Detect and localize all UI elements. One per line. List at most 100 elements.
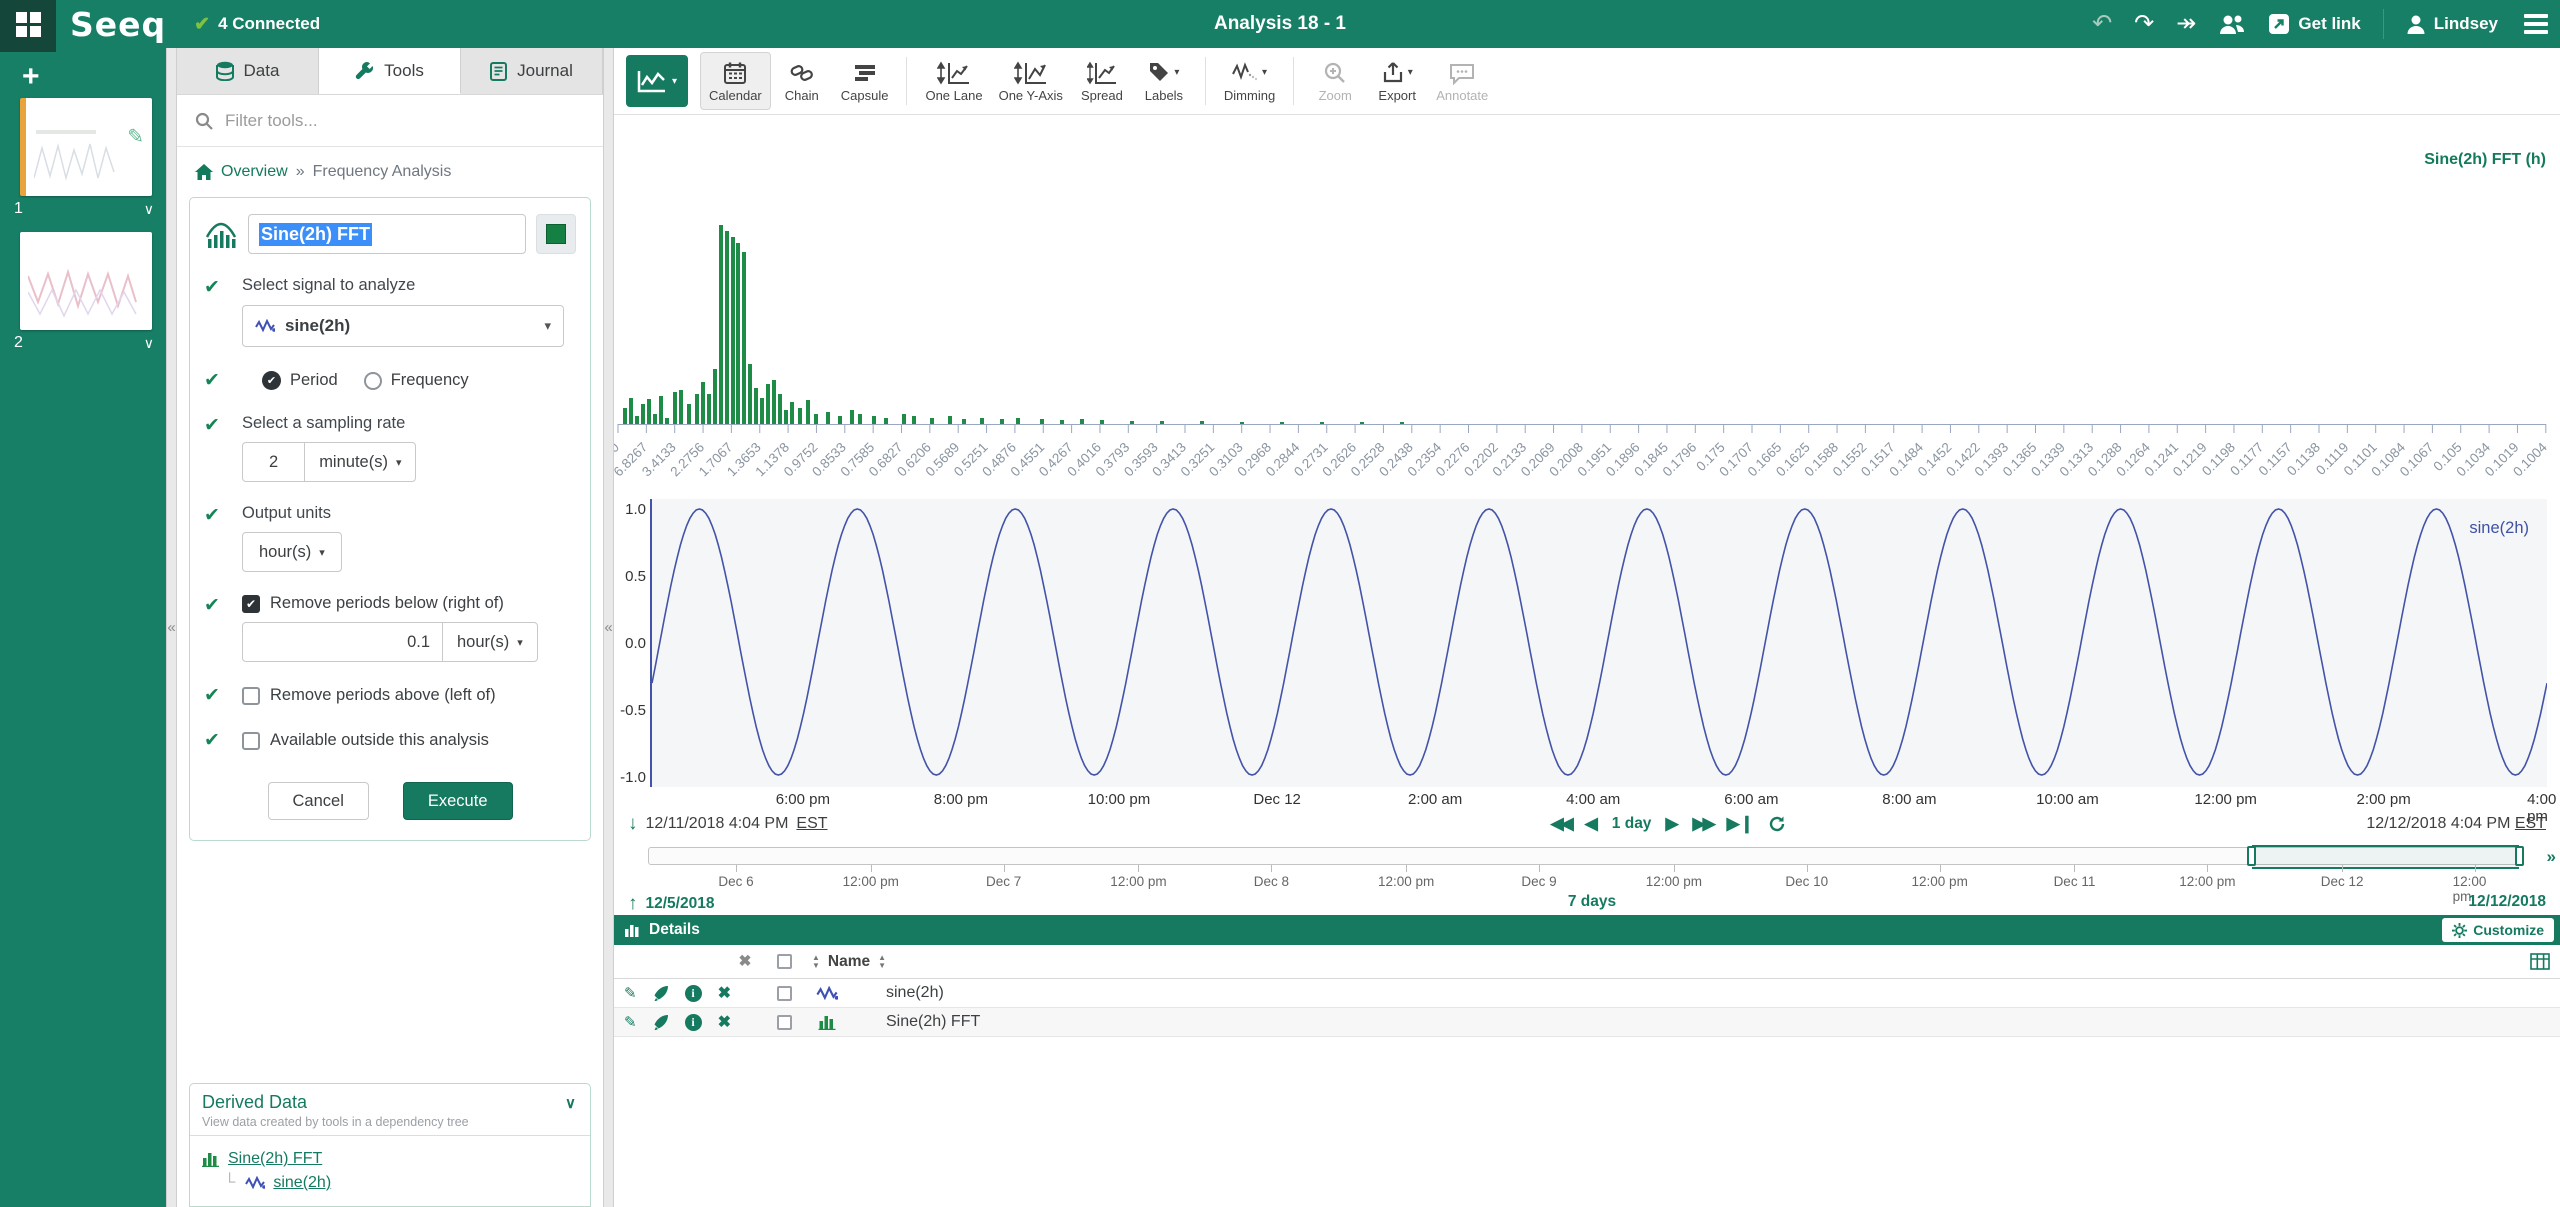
range-handle-right[interactable] [2515, 846, 2524, 866]
tools-splitter[interactable]: « [603, 48, 614, 1207]
sort-icon[interactable]: ▲▼ [878, 954, 886, 968]
connection-status[interactable]: ✔ 4 Connected [194, 13, 320, 36]
expand-range-icon[interactable]: » [2547, 847, 2556, 867]
radio-frequency[interactable]: Frequency [364, 371, 469, 390]
chevron-down-icon[interactable]: ∨ [565, 1094, 576, 1112]
remove-below-checkbox[interactable]: ✔ [242, 595, 260, 613]
trend-view-button[interactable]: ▾ [626, 55, 688, 107]
step-to-end-icon[interactable]: ▶❙ [1727, 814, 1754, 834]
investigate-end[interactable]: 12/12/2018 [2468, 893, 2546, 915]
toolbar-one-lane-button[interactable]: One Lane [917, 52, 990, 110]
row-checkbox[interactable] [777, 1015, 792, 1030]
toolbar-one-y-axis-button[interactable]: One Y-Axis [991, 52, 1071, 110]
seeq-logo[interactable]: Seeq [70, 5, 166, 44]
fft-chart[interactable]: Sine(2h) FFT (h) 06.82673.41332.27561.70… [614, 115, 2560, 493]
users-icon[interactable] [2218, 13, 2246, 35]
row-name[interactable]: Sine(2h) FFT [886, 1013, 980, 1031]
row-checkbox[interactable] [777, 986, 792, 1001]
app-launcher-button[interactable] [0, 0, 56, 52]
remove-icon[interactable]: ✖ [718, 1012, 731, 1032]
worksheets-splitter[interactable]: « [166, 48, 177, 1207]
toolbar-capsule-button[interactable]: Capsule [833, 52, 897, 110]
remove-icon[interactable]: ✖ [718, 983, 731, 1003]
redo-icon[interactable]: ↷ [2134, 12, 2154, 36]
home-icon[interactable] [195, 164, 213, 180]
step-forward-icon[interactable]: ▶ [1665, 814, 1678, 834]
redo-all-icon[interactable]: ↠ [2176, 12, 2196, 36]
toolbar-export-button[interactable]: ▾ Export [1366, 52, 1428, 110]
range-step-label[interactable]: 1 day [1612, 815, 1652, 833]
name-column-header[interactable]: Name [828, 953, 870, 971]
table-row-sine[interactable]: ✎ i ✖ sine(2h) [614, 979, 2560, 1008]
sine-chart[interactable]: 1.00.50.0-0.5-1.0 sine(2h) 6:00 pm8:00 p… [614, 493, 2560, 805]
color-picker-button[interactable] [536, 214, 576, 254]
tab-journal[interactable]: Journal [461, 48, 603, 94]
signal-select[interactable]: sine(2h) ▾ [242, 305, 564, 347]
get-link-button[interactable]: Get link [2268, 13, 2360, 35]
derived-data-header[interactable]: Derived Data View data created by tools … [190, 1084, 590, 1136]
breadcrumb-overview-link[interactable]: Overview [221, 163, 288, 181]
investigate-start[interactable]: 12/5/2018 [646, 895, 715, 913]
display-range-start[interactable]: 12/11/2018 4:04 PM [646, 815, 789, 833]
range-slider-track[interactable] [648, 847, 2520, 865]
derived-fft-link[interactable]: Sine(2h) FFT [228, 1150, 322, 1168]
worksheet-thumbnail-2[interactable] [20, 232, 152, 330]
user-menu[interactable]: Lindsey [2406, 14, 2498, 34]
range-handle-left[interactable] [2247, 846, 2256, 866]
undo-icon[interactable]: ↶ [2092, 12, 2112, 36]
display-range-start-tz[interactable]: EST [796, 815, 827, 833]
page-title: Analysis 18 - 1 [1214, 13, 1346, 35]
table-row-fft[interactable]: ✎ i ✖ Sine(2h) FFT [614, 1008, 2560, 1037]
cancel-button[interactable]: Cancel [268, 782, 369, 820]
rocket-icon[interactable] [653, 1014, 669, 1030]
toolbar-chain-button[interactable]: Chain [771, 52, 833, 110]
execute-button[interactable]: Execute [403, 782, 513, 820]
remove-below-input[interactable]: 0.1 [243, 623, 443, 661]
rocket-icon[interactable] [653, 985, 669, 1001]
hamburger-menu-icon[interactable] [2520, 10, 2552, 38]
step-back-icon[interactable]: ◀ [1585, 814, 1598, 834]
remove-all-icon[interactable]: ✖ [726, 952, 764, 971]
output-unit-select[interactable]: hour(s) ▾ [242, 532, 342, 572]
remove-below-unit-select[interactable]: hour(s) ▾ [443, 623, 537, 661]
sine-plot-area[interactable]: sine(2h) [650, 499, 2547, 787]
display-range-end[interactable]: 12/12/2018 4:04 PM [2366, 815, 2510, 832]
edit-icon[interactable]: ✎ [624, 984, 637, 1002]
filter-tools-input[interactable] [225, 111, 555, 131]
worksheet-1-chevron-down-icon[interactable]: ∨ [144, 201, 154, 218]
display-range-end-tz[interactable]: EST [2515, 815, 2546, 832]
available-outside-checkbox[interactable] [242, 732, 260, 750]
sampling-unit-select[interactable]: minute(s) ▾ [305, 443, 415, 481]
row-name[interactable]: sine(2h) [886, 984, 944, 1002]
arrow-down-icon[interactable]: ↓ [628, 813, 638, 835]
toolbar-dimming-button[interactable]: ▾ Dimming [1216, 52, 1283, 110]
refresh-icon[interactable] [1768, 815, 1786, 833]
sort-icon[interactable]: ▲▼ [812, 954, 820, 968]
customize-button[interactable]: Customize [2442, 918, 2554, 942]
toolbar-calendar-button[interactable]: Calendar [700, 52, 771, 110]
info-icon[interactable]: i [685, 1014, 702, 1031]
step-forward-much-icon[interactable]: ▶▶ [1693, 814, 1713, 834]
tool-name-input[interactable]: Sine(2h) FFT [248, 214, 526, 254]
tab-tools[interactable]: Tools [319, 48, 461, 94]
table-columns-icon[interactable] [2530, 953, 2550, 970]
sine-series-label[interactable]: sine(2h) [2469, 519, 2529, 538]
toolbar-spread-button[interactable]: Spread [1071, 52, 1133, 110]
step-back-much-icon[interactable]: ◀◀ [1551, 814, 1571, 834]
worksheet-thumbnail-1[interactable]: ✎ [20, 98, 152, 196]
add-worksheet-button[interactable]: + [22, 62, 166, 92]
radio-period[interactable]: ✔ Period [262, 371, 338, 390]
investigate-duration[interactable]: 7 days [1568, 893, 1616, 911]
fft-series-label[interactable]: Sine(2h) FFT (h) [2424, 151, 2546, 169]
info-icon[interactable]: i [685, 985, 702, 1002]
tab-data[interactable]: Data [177, 48, 319, 94]
remove-above-checkbox[interactable] [242, 687, 260, 705]
sine-y-tick: 1.0 [614, 501, 646, 518]
select-all-checkbox[interactable] [777, 954, 792, 969]
worksheet-2-chevron-down-icon[interactable]: ∨ [144, 335, 154, 352]
arrow-up-icon[interactable]: ↑ [628, 893, 638, 915]
edit-icon[interactable]: ✎ [624, 1013, 637, 1031]
derived-sine-link[interactable]: sine(2h) [273, 1174, 331, 1192]
sampling-rate-input[interactable]: 2 [243, 443, 305, 481]
toolbar-labels-button[interactable]: ▾ Labels [1133, 52, 1195, 110]
